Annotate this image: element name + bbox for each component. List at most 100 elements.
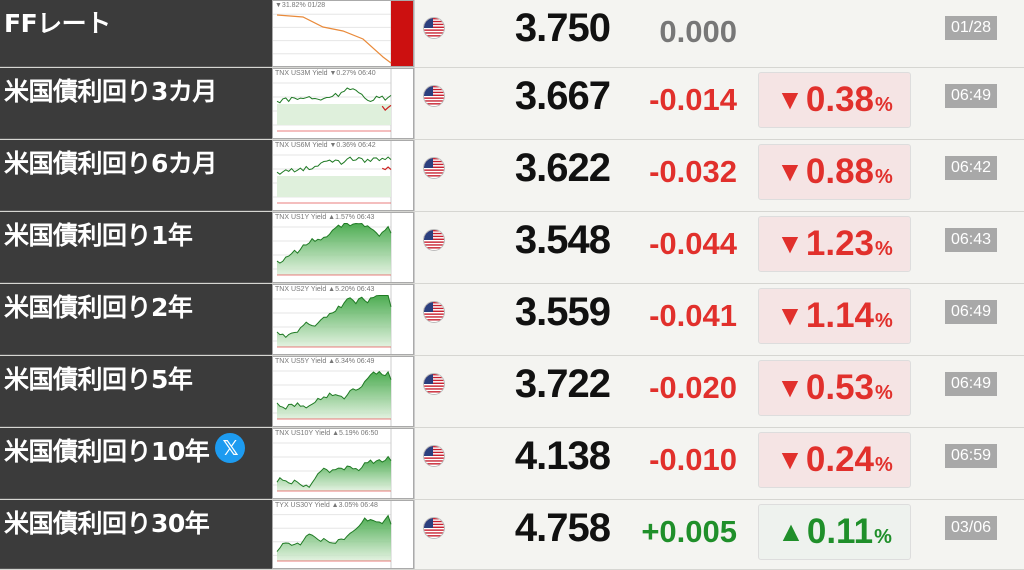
- down-arrow-icon: ▼: [776, 372, 804, 403]
- update-time: 06:42: [945, 156, 997, 180]
- us-flag-icon: [423, 445, 445, 467]
- x-share-icon[interactable]: 𝕏: [215, 433, 246, 463]
- percent-value: 1.14: [805, 296, 875, 335]
- chart-caption: TYX US30Y Yield ▲3.05% 06:48: [275, 502, 378, 509]
- price-value: 3.548: [514, 218, 611, 262]
- column-divider: [414, 212, 415, 283]
- percent-value: 0.24: [805, 440, 875, 479]
- quote-row[interactable]: 米国債利回り10年 𝕏 TNX US10Y Yield ▲5.19% 06:50 4.…: [0, 428, 1024, 500]
- instrument-name[interactable]: 米国債利回り30年: [0, 500, 272, 569]
- price-value: 3.722: [514, 362, 611, 406]
- percent-change-badge: ▲ 0.11%: [758, 504, 911, 560]
- percent-unit: %: [874, 525, 892, 548]
- mini-chart-graphic: [273, 1, 413, 66]
- quote-row[interactable]: 米国債利回り6カ月 TNX US6M Yield ▼0.36% 06:42 3.62…: [0, 140, 1024, 212]
- mini-chart[interactable]: TYX US30Y Yield ▲3.05% 06:48: [272, 500, 414, 569]
- percent-unit: %: [875, 93, 893, 116]
- update-time: 01/28: [945, 16, 997, 40]
- column-divider: [414, 500, 415, 569]
- change-value: -0.020: [649, 370, 737, 405]
- update-time: 06:43: [945, 228, 997, 252]
- chart-caption: TNX US1Y Yield ▲1.57% 06:43: [275, 214, 375, 221]
- mini-chart-graphic: [273, 213, 392, 282]
- instrument-name[interactable]: FFレート: [0, 0, 272, 67]
- chart-caption: TNX US10Y Yield ▲5.19% 06:50: [275, 430, 379, 437]
- mini-chart[interactable]: TNX US2Y Yield ▲5.20% 06:43: [272, 284, 414, 355]
- mini-chart[interactable]: TNX US1Y Yield ▲1.57% 06:43: [272, 212, 414, 283]
- quote-row[interactable]: 米国債利回り3カ月 TNX US3M Yield ▼0.27% 06:40 3.66…: [0, 68, 1024, 140]
- update-time: 06:49: [945, 300, 997, 324]
- instrument-name[interactable]: 米国債利回り10年 𝕏: [0, 428, 272, 499]
- update-time: 06:49: [945, 372, 997, 396]
- column-divider: [414, 428, 415, 499]
- percent-value: 1.23: [805, 224, 875, 263]
- column-divider: [414, 140, 415, 211]
- mini-chart[interactable]: TNX US10Y Yield ▲5.19% 06:50: [272, 428, 414, 499]
- price-value: 3.622: [514, 146, 611, 190]
- price-value: 4.758: [514, 506, 611, 550]
- us-flag-icon: [423, 517, 445, 539]
- us-flag-icon: [423, 373, 445, 395]
- instrument-name[interactable]: 米国債利回り2年: [0, 284, 272, 355]
- instrument-name-text: 米国債利回り1年: [4, 221, 193, 250]
- us-flag-icon: [423, 301, 445, 323]
- us-flag-icon: [423, 229, 445, 251]
- mini-chart[interactable]: TNX US6M Yield ▼0.36% 06:42: [272, 140, 414, 211]
- change-value: +0.005: [641, 514, 737, 549]
- instrument-name-text: 米国債利回り2年: [4, 293, 193, 322]
- change-value: -0.014: [649, 82, 737, 117]
- quote-row[interactable]: 米国債利回り5年 TNX US5Y Yield ▲6.34% 06:49 3.722…: [0, 356, 1024, 428]
- price-value: 3.750: [514, 6, 611, 50]
- down-arrow-icon: ▼: [776, 156, 804, 187]
- instrument-name-text: 米国債利回り10年: [4, 437, 210, 466]
- yield-board: FFレート ▼31.82% 01/28 3.750 0.000 01/28 米国債利回り3…: [0, 0, 1024, 570]
- chart-caption: TNX US6M Yield ▼0.36% 06:42: [275, 142, 376, 149]
- instrument-name[interactable]: 米国債利回り6カ月: [0, 140, 272, 211]
- price-value: 4.138: [514, 434, 611, 478]
- percent-change-badge: ▼ 1.23%: [758, 216, 911, 272]
- percent-change-badge: ▼ 0.38%: [758, 72, 911, 128]
- quote-row[interactable]: 米国債利回り2年 TNX US2Y Yield ▲5.20% 06:43 3.559…: [0, 284, 1024, 356]
- update-time: 06:49: [945, 84, 997, 108]
- mini-chart-graphic: [273, 69, 392, 138]
- percent-change-badge: ▼ 1.14%: [758, 288, 911, 344]
- mini-chart-graphic: [273, 501, 392, 568]
- price-value: 3.667: [514, 74, 611, 118]
- instrument-name[interactable]: 米国債利回り1年: [0, 212, 272, 283]
- chart-caption: TNX US5Y Yield ▲6.34% 06:49: [275, 358, 375, 365]
- instrument-name-text: 米国債利回り3カ月: [4, 77, 217, 106]
- percent-value: 0.11: [806, 512, 874, 551]
- quote-row[interactable]: 米国債利回り30年 TYX US30Y Yield ▲3.05% 06:48 4.7…: [0, 500, 1024, 570]
- change-value: -0.044: [649, 226, 737, 261]
- mini-chart-graphic: [273, 357, 392, 426]
- mini-chart[interactable]: TNX US3M Yield ▼0.27% 06:40: [272, 68, 414, 139]
- percent-unit: %: [875, 165, 893, 188]
- percent-unit: %: [875, 453, 893, 476]
- change-value: -0.010: [649, 442, 737, 477]
- percent-change-badge: ▼ 0.53%: [758, 360, 911, 416]
- us-flag-icon: [423, 157, 445, 179]
- column-divider: [414, 356, 415, 427]
- quote-row[interactable]: FFレート ▼31.82% 01/28 3.750 0.000 01/28: [0, 0, 1024, 68]
- quote-row[interactable]: 米国債利回り1年 TNX US1Y Yield ▲1.57% 06:43 3.548…: [0, 212, 1024, 284]
- instrument-name[interactable]: 米国債利回り3カ月: [0, 68, 272, 139]
- instrument-name[interactable]: 米国債利回り5年: [0, 356, 272, 427]
- change-value: -0.041: [649, 298, 737, 333]
- down-arrow-icon: ▼: [776, 444, 804, 475]
- chart-caption: TNX US3M Yield ▼0.27% 06:40: [275, 70, 376, 77]
- column-divider: [414, 68, 415, 139]
- mini-chart-graphic: [273, 429, 392, 498]
- mini-chart[interactable]: TNX US5Y Yield ▲6.34% 06:49: [272, 356, 414, 427]
- update-time: 06:59: [945, 444, 997, 468]
- instrument-name-text: 米国債利回り6カ月: [4, 149, 217, 178]
- mini-chart[interactable]: ▼31.82% 01/28: [272, 0, 414, 67]
- down-arrow-icon: ▼: [776, 300, 804, 331]
- chart-caption: TNX US2Y Yield ▲5.20% 06:43: [275, 286, 375, 293]
- column-divider: [414, 0, 415, 67]
- down-arrow-icon: ▼: [776, 228, 804, 259]
- percent-value: 0.38: [805, 80, 875, 119]
- percent-change-badge: ▼ 0.24%: [758, 432, 911, 488]
- mini-chart-graphic: [273, 285, 392, 354]
- percent-change-badge: ▼ 0.88%: [758, 144, 911, 200]
- change-value: 0.000: [659, 14, 737, 49]
